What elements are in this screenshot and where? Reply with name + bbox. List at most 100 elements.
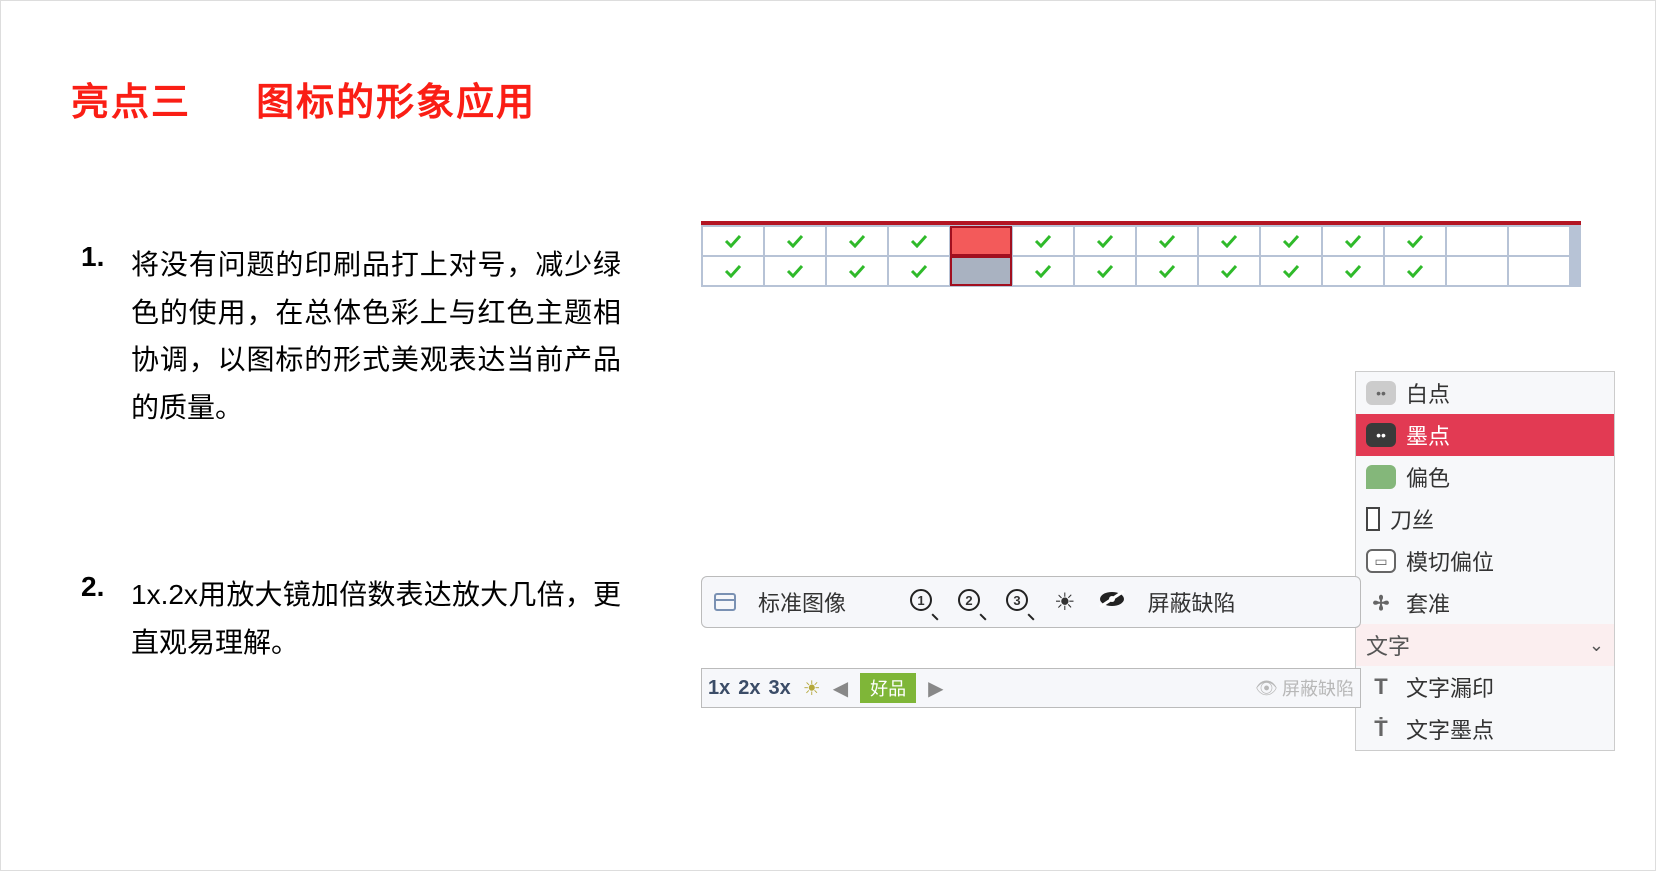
defect-label: 白点 [1406, 377, 1450, 409]
status-cell[interactable] [951, 227, 1011, 255]
knife-line-icon [1366, 507, 1380, 531]
check-icon [1406, 264, 1424, 278]
defect-label: 文字 [1366, 629, 1410, 661]
status-cell[interactable] [765, 257, 825, 285]
status-cell[interactable] [1261, 257, 1321, 285]
check-icon [1158, 264, 1176, 278]
item-number: 2. [81, 571, 131, 666]
chevron-down-icon: ⌄ [1589, 635, 1604, 656]
status-cell[interactable] [1509, 257, 1569, 285]
title-part1: 亮点三 [71, 82, 191, 124]
mask-defect-disabled: 👁 屏蔽缺陷 [1255, 675, 1354, 701]
status-cell[interactable] [951, 257, 1011, 285]
status-cell[interactable] [1075, 227, 1135, 255]
defect-item-text-dot[interactable]: Ṫ 文字墨点 [1356, 708, 1614, 750]
brightness-icon[interactable]: ☀ [803, 676, 821, 701]
status-cell[interactable] [889, 257, 949, 285]
zoom-3x[interactable]: 3x [769, 677, 791, 700]
zoom-2x-button[interactable]: 2 [958, 589, 984, 615]
defect-item-ink-dot[interactable]: •• 墨点 [1356, 414, 1614, 456]
zoom-1x[interactable]: 1x [708, 677, 730, 700]
check-icon [848, 234, 866, 248]
mask-defect-icon[interactable] [1098, 588, 1126, 616]
status-cell[interactable] [1261, 227, 1321, 255]
check-icon [1096, 234, 1114, 248]
status-cell[interactable] [889, 227, 949, 255]
defect-item-text-group[interactable]: 文字 ⌄ [1356, 624, 1614, 666]
status-cell[interactable] [1447, 257, 1507, 285]
status-cell[interactable] [1013, 257, 1073, 285]
slide-title: 亮点三 图标的形象应用 [71, 71, 1585, 126]
next-arrow-icon[interactable]: ▶ [924, 676, 947, 701]
text-miss-icon: T [1366, 675, 1396, 699]
toolbar-old: 1x 2x 3x ☀ ◀ 好品 ▶ 👁 屏蔽缺陷 [701, 668, 1361, 708]
check-icon [786, 264, 804, 278]
check-icon [1282, 264, 1300, 278]
status-cell[interactable] [765, 227, 825, 255]
defect-label: 文字墨点 [1406, 713, 1494, 745]
check-icon [1220, 234, 1238, 248]
defect-label: 文字漏印 [1406, 671, 1494, 703]
white-dot-icon: •• [1366, 381, 1396, 405]
status-cell[interactable] [1137, 257, 1197, 285]
defect-item-color-shift[interactable]: 偏色 [1356, 456, 1614, 498]
item-number: 1. [81, 241, 131, 431]
check-icon [786, 234, 804, 248]
bullet-list: 1. 将没有问题的印刷品打上对号，减少绿色的使用，在总体色彩上与红色主题相协调，… [81, 241, 621, 807]
item-text: 将没有问题的印刷品打上对号，减少绿色的使用，在总体色彩上与红色主题相协调，以图标… [131, 241, 621, 431]
status-cell[interactable] [1013, 227, 1073, 255]
eye-off-icon: 👁 [1255, 678, 1278, 699]
status-cell[interactable] [1323, 227, 1383, 255]
status-cell[interactable] [1385, 227, 1445, 255]
status-cell[interactable] [703, 227, 763, 255]
status-cell[interactable] [1199, 227, 1259, 255]
list-item: 2. 1x.2x用放大镜加倍数表达放大几倍，更直观易理解。 [81, 571, 621, 666]
defect-item-white-dot[interactable]: •• 白点 [1356, 372, 1614, 414]
defect-label: 套准 [1406, 587, 1450, 619]
check-icon [848, 264, 866, 278]
check-icon [1096, 264, 1114, 278]
check-icon [910, 234, 928, 248]
window-icon [714, 593, 736, 611]
check-icon [1406, 234, 1424, 248]
check-icon [724, 264, 742, 278]
zoom-1x-button[interactable]: 1 [910, 589, 936, 615]
status-cell[interactable] [827, 227, 887, 255]
text-dot-icon: Ṫ [1366, 717, 1396, 741]
list-item: 1. 将没有问题的印刷品打上对号，减少绿色的使用，在总体色彩上与红色主题相协调，… [81, 241, 621, 431]
status-cell[interactable] [1447, 227, 1507, 255]
defect-item-knife-line[interactable]: 刀丝 [1356, 498, 1614, 540]
toolbar-new: 标准图像 1 2 3 ☀ 屏蔽缺陷 [701, 576, 1361, 628]
check-icon [724, 234, 742, 248]
defect-label: 墨点 [1406, 419, 1450, 451]
zoom-3x-button[interactable]: 3 [1006, 589, 1032, 615]
status-grid [701, 221, 1581, 287]
status-cell[interactable] [1509, 227, 1569, 255]
status-cell[interactable] [1323, 257, 1383, 285]
mask-defect-label: 屏蔽缺陷 [1148, 586, 1236, 618]
defect-label: 偏色 [1406, 461, 1450, 493]
status-cell[interactable] [703, 257, 763, 285]
defect-item-register[interactable]: ✢套准 [1356, 582, 1614, 624]
defect-panel: •• 白点 •• 墨点偏色刀丝 ▭模切偏位✢套准文字 ⌄ T 文字漏印 Ṫ 文字墨点 [1355, 371, 1615, 751]
brightness-icon[interactable]: ☀ [1054, 588, 1076, 617]
defect-item-text-miss[interactable]: T 文字漏印 [1356, 666, 1614, 708]
status-cell[interactable] [1137, 227, 1197, 255]
status-cell[interactable] [827, 257, 887, 285]
check-icon [1344, 234, 1362, 248]
check-icon [1220, 264, 1238, 278]
check-icon [1344, 264, 1362, 278]
ink-dot-icon: •• [1366, 423, 1396, 447]
status-cell[interactable] [1385, 257, 1445, 285]
zoom-2x[interactable]: 2x [738, 677, 760, 700]
status-cell[interactable] [1199, 257, 1259, 285]
defect-label: 刀丝 [1390, 503, 1434, 535]
check-icon [1282, 234, 1300, 248]
prev-arrow-icon[interactable]: ◀ [829, 676, 852, 701]
defect-label: 模切偏位 [1406, 545, 1494, 577]
defect-item-diecut-off[interactable]: ▭模切偏位 [1356, 540, 1614, 582]
check-icon [910, 264, 928, 278]
check-icon [1158, 234, 1176, 248]
status-cell[interactable] [1075, 257, 1135, 285]
quality-badge: 好品 [860, 673, 916, 703]
